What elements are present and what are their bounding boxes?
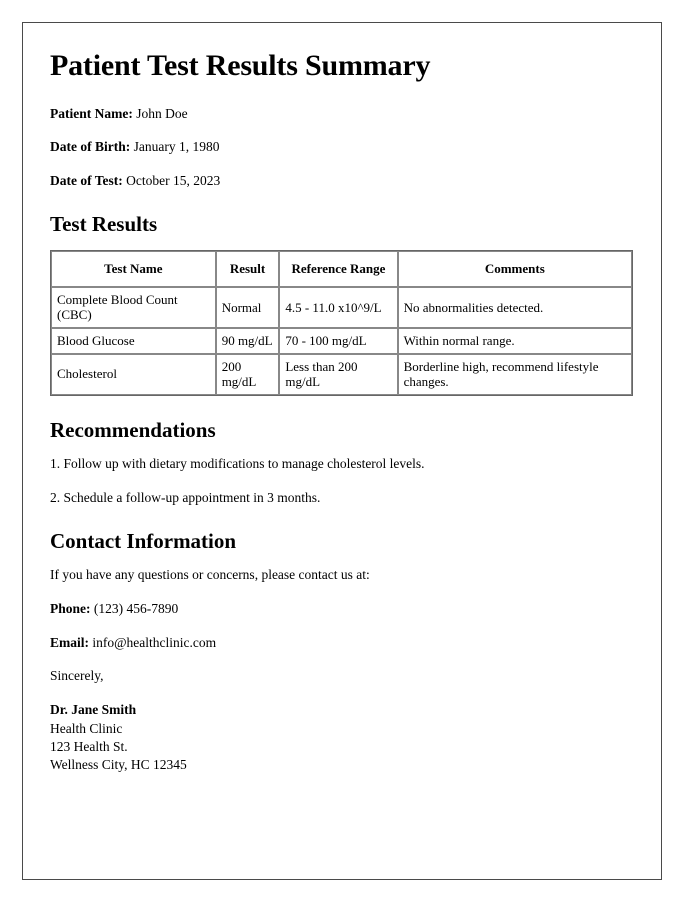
section-title-recommendations: Recommendations <box>50 417 216 442</box>
cell-result: Normal <box>215 286 280 329</box>
date-of-test-value: October 15, 2023 <box>126 173 221 189</box>
phone-label: Phone: <box>50 600 91 616</box>
cell-test-name: Blood Glucose <box>51 328 216 354</box>
date-of-birth-value: January 1, 1980 <box>133 139 220 155</box>
cell-reference-range: 70 - 100 mg/dL <box>279 328 398 354</box>
email-value: info@healthclinic.com <box>92 634 217 650</box>
cell-comments: No abnormalities detected. <box>397 286 632 329</box>
cell-reference-range: 4.5 - 11.0 x10^9/L <box>279 286 398 329</box>
column-header-result: Result <box>215 251 280 287</box>
signature-city-state-zip: Wellness City, HC 12345 <box>50 757 187 773</box>
phone-value: (123) 456-7890 <box>93 600 179 616</box>
test-results-table: Test Name Result Reference Range Comment… <box>50 250 633 396</box>
date-of-birth-line: Date of Birth: January 1, 1980 <box>50 139 634 156</box>
date-of-test-label: Date of Test: <box>50 173 123 189</box>
patient-name-line: Patient Name: John Doe <box>50 106 634 123</box>
cell-test-name: Cholesterol <box>51 353 216 395</box>
column-header-reference-range: Reference Range <box>279 251 398 287</box>
document-page: Patient Test Results Summary Patient Nam… <box>22 22 662 880</box>
patient-name-label: Patient Name: <box>50 105 133 121</box>
date-of-birth-label: Date of Birth: <box>50 139 131 155</box>
signature-closing: Sincerely, <box>50 668 104 684</box>
signature-street: 123 Health St. <box>50 738 128 754</box>
contact-intro-text: If you have any questions or concerns, p… <box>50 566 370 582</box>
patient-name-value: John Doe <box>136 105 188 121</box>
column-header-comments: Comments <box>397 251 632 287</box>
cell-comments: Borderline high, recommend lifestyle cha… <box>397 353 632 395</box>
signature-organization: Health Clinic <box>50 720 123 736</box>
section-title-test-results: Test Results <box>50 212 158 237</box>
cell-result: 200 mg/dL <box>215 353 280 395</box>
table-row: Cholesterol 200 mg/dL Less than 200 mg/d… <box>51 353 632 395</box>
cell-reference-range: Less than 200 mg/dL <box>279 353 398 395</box>
recommendation-item: 2. Schedule a follow-up appointment in 3… <box>50 489 321 505</box>
date-of-test-line: Date of Test: October 15, 2023 <box>50 173 634 190</box>
cell-test-name: Complete Blood Count (CBC) <box>51 286 216 329</box>
page-title: Patient Test Results Summary <box>50 49 431 82</box>
cell-result: 90 mg/dL <box>215 328 280 354</box>
table-header-row: Test Name Result Reference Range Comment… <box>51 251 632 287</box>
contact-email-line: Email: info@healthclinic.com <box>50 635 634 652</box>
signature-name: Dr. Jane Smith <box>50 702 137 718</box>
section-title-contact-information: Contact Information <box>50 528 237 553</box>
column-header-test-name: Test Name <box>51 251 216 287</box>
signature-block: Dr. Jane Smith Health Clinic 123 Health … <box>50 701 634 774</box>
table-row: Complete Blood Count (CBC) Normal 4.5 - … <box>51 286 632 329</box>
contact-phone-line: Phone: (123) 456-7890 <box>50 601 634 618</box>
email-label: Email: <box>50 634 89 650</box>
recommendation-item: 1. Follow up with dietary modifications … <box>50 455 425 471</box>
cell-comments: Within normal range. <box>397 328 632 354</box>
table-row: Blood Glucose 90 mg/dL 70 - 100 mg/dL Wi… <box>51 328 632 354</box>
document-body: Patient Test Results Summary Patient Nam… <box>23 23 661 774</box>
